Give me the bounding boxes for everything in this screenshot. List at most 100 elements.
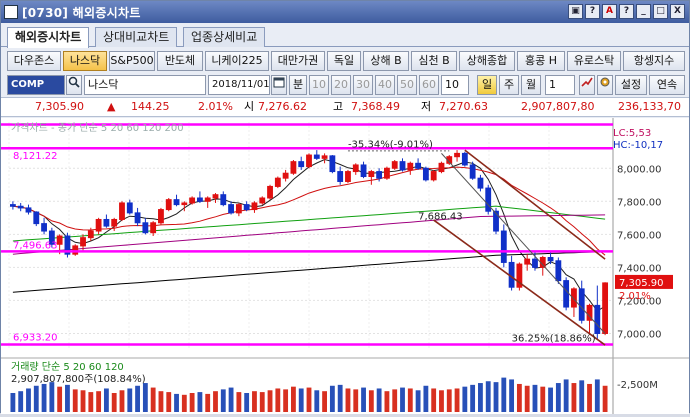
- index-button-hongkong-h[interactable]: 홍콩 H: [517, 51, 565, 71]
- maximize-button[interactable]: □: [653, 4, 668, 19]
- annotation-bottom: 36.25%(18.86%): [512, 334, 596, 345]
- index-button-hangseng[interactable]: 항셍지수: [623, 51, 685, 71]
- minute-40-button[interactable]: 40: [375, 75, 395, 95]
- candle-body: [547, 256, 554, 262]
- y-tick-label: 7,000.00: [617, 329, 662, 340]
- minute-60-button[interactable]: 60: [419, 75, 439, 95]
- level-label: 8,121.22: [13, 151, 58, 162]
- index-button-shanghai-b[interactable]: 상해 B: [363, 51, 409, 71]
- font-icon[interactable]: A: [602, 4, 617, 19]
- candle-body: [259, 197, 266, 204]
- tab-relative-compare[interactable]: 상대비교차트: [95, 27, 178, 47]
- index-button-germany[interactable]: 독일: [327, 51, 361, 71]
- index-button-nikkei[interactable]: 니케이225: [205, 51, 269, 71]
- index-button-eurostoxx[interactable]: 유로스탁: [567, 51, 621, 71]
- price-chart-panel[interactable]: 8,000.00 7,800.00 7,600.00 7,400.00 7,200.00…: [1, 118, 689, 414]
- count-select[interactable]: 10: [441, 75, 469, 95]
- volume-bar: [587, 383, 592, 412]
- y-tick-label: 8,000.00: [617, 164, 662, 175]
- volume-bar: [314, 390, 320, 412]
- price-legend: 가격차트 - 종가 단순 5 20 60 120 200: [11, 121, 184, 134]
- period-day-button[interactable]: 일: [477, 75, 497, 95]
- index-button-dow[interactable]: 다우존스: [7, 51, 61, 71]
- volume-bar: [322, 391, 327, 412]
- price-chart[interactable]: 8,000.007,800.007,600.007,400.007,200.00…: [1, 118, 689, 414]
- volume-bar: [454, 388, 460, 412]
- minute-30-button[interactable]: 30: [353, 75, 373, 95]
- candle-body: [391, 161, 398, 169]
- volume-bar: [524, 385, 530, 412]
- minute-50-button[interactable]: 50: [397, 75, 417, 95]
- volume-bar: [135, 385, 140, 412]
- volume-bar: [283, 389, 289, 412]
- candle-body: [321, 155, 328, 159]
- tab-overseas-chart[interactable]: 해외증시차트: [7, 27, 90, 48]
- volume-bar: [166, 392, 172, 412]
- candle-body: [274, 177, 281, 187]
- low-label: 저: [421, 100, 432, 113]
- candle-body: [103, 218, 110, 227]
- volume-bar: [602, 385, 608, 412]
- volume-bar: [220, 389, 226, 412]
- period-week-button[interactable]: 주: [499, 75, 519, 95]
- candle-body: [578, 288, 585, 321]
- date-field[interactable]: 2018/11/01: [208, 75, 270, 95]
- volume-bar: [376, 388, 382, 412]
- candle-body: [33, 211, 40, 225]
- volume-bar: [400, 387, 405, 412]
- minimize-button[interactable]: _: [636, 4, 651, 19]
- volume-bar: [65, 384, 70, 412]
- minute-20-button[interactable]: 20: [331, 75, 351, 95]
- index-button-nasdaq[interactable]: 나스닥: [63, 51, 107, 71]
- help-icon[interactable]: ?: [585, 4, 600, 19]
- volume-bar: [111, 393, 117, 412]
- window-controls: ▣ ? A ? _ □ X: [568, 4, 685, 19]
- code-select[interactable]: COMP: [7, 75, 65, 95]
- candle-body: [337, 171, 344, 182]
- volume-tick: -2,500M: [617, 380, 658, 391]
- candle-body: [384, 167, 390, 179]
- quantity-field[interactable]: 1: [545, 75, 575, 95]
- last-price-tag: 7,305.90: [619, 278, 664, 289]
- candle-body: [204, 197, 211, 202]
- index-name-field[interactable]: 나스닥: [84, 75, 206, 95]
- period-minute-button[interactable]: 분: [289, 75, 307, 95]
- candle-body: [111, 218, 118, 227]
- period-month-button[interactable]: 월: [521, 75, 541, 95]
- search-icon[interactable]: [66, 75, 82, 95]
- volume-bar: [298, 388, 304, 412]
- change-value: 144.25: [131, 100, 170, 113]
- volume-bar: [174, 393, 179, 412]
- volume-bar: [291, 386, 296, 412]
- volume-bar: [228, 387, 234, 412]
- index-button-shanghai-composite[interactable]: 상해종합: [459, 51, 515, 71]
- volume-bar: [10, 393, 16, 412]
- index-button-shenzhen-b[interactable]: 심천 B: [411, 51, 457, 71]
- candle-body: [173, 199, 180, 206]
- index-button-taiwan[interactable]: 대만가권: [271, 51, 325, 71]
- index-button-semiconductor[interactable]: 반도체: [157, 51, 203, 71]
- calendar-icon[interactable]: [271, 75, 287, 95]
- candle-body: [95, 218, 102, 232]
- tool-icon[interactable]: [579, 75, 595, 95]
- gear-icon[interactable]: [597, 75, 613, 95]
- candle-body: [189, 197, 196, 204]
- candle-body: [87, 230, 94, 239]
- info-icon[interactable]: ?: [619, 4, 634, 19]
- tab-sector-compare[interactable]: 업종상세비교: [183, 27, 266, 47]
- continuous-button[interactable]: 연속: [649, 75, 685, 95]
- candle-body: [41, 223, 47, 232]
- close-button[interactable]: X: [670, 4, 685, 19]
- link-icon[interactable]: ▣: [568, 4, 583, 19]
- candle-body: [407, 162, 414, 171]
- volume-bar: [548, 387, 553, 412]
- index-button-sp500[interactable]: S&P500: [109, 51, 155, 71]
- volume-bar: [407, 388, 413, 412]
- candle-body: [290, 161, 297, 174]
- volume-bar: [431, 388, 437, 412]
- minute-10-button[interactable]: 10: [309, 75, 329, 95]
- lc-label: LC:5,53: [613, 128, 651, 139]
- volume-bar: [150, 387, 156, 412]
- candle-body: [368, 171, 375, 178]
- settings-button[interactable]: 설정: [615, 75, 647, 95]
